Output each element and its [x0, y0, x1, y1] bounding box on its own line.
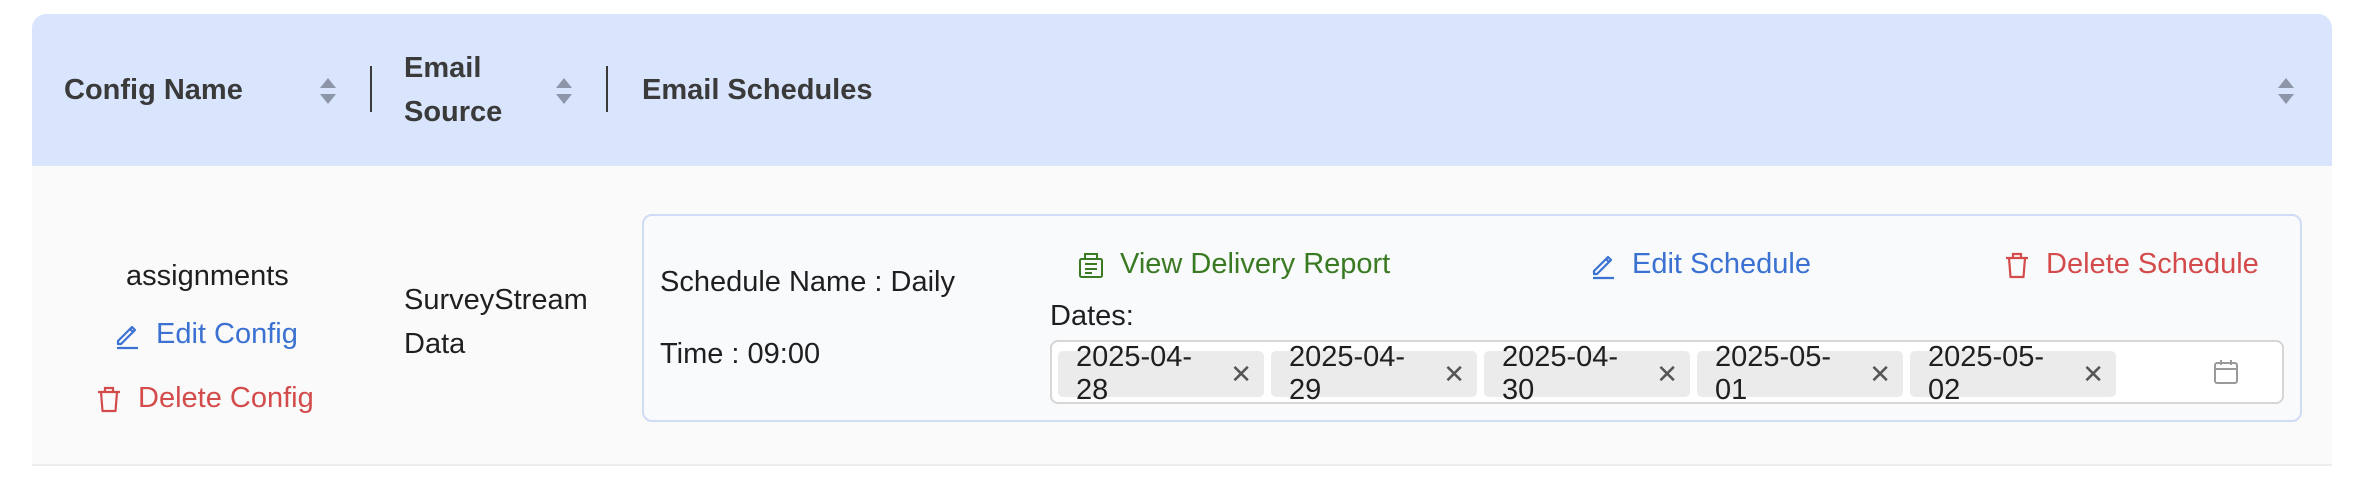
- delete-config-button[interactable]: Delete Config: [94, 382, 314, 415]
- schedule-card: Schedule Name : Daily Time : 09:00 View …: [642, 214, 2302, 422]
- table-row: assignments Edit Config Delete Config Su…: [32, 166, 2332, 466]
- close-icon[interactable]: ✕: [2082, 361, 2104, 387]
- date-tag: 2025-05-01 ✕: [1697, 341, 1903, 406]
- edit-config-button[interactable]: Edit Config: [112, 318, 298, 351]
- column-divider[interactable]: [370, 66, 372, 112]
- date-tag-label: 2025-04-28: [1076, 341, 1193, 406]
- date-tag-label: 2025-04-29: [1289, 341, 1406, 406]
- date-tag-label: 2025-04-30: [1502, 341, 1619, 406]
- edit-config-label: Edit Config: [156, 318, 298, 350]
- table-header: Config Name Email Source Email Schedules: [32, 14, 2332, 166]
- dates-label: Dates:: [1050, 300, 1134, 332]
- close-icon[interactable]: ✕: [1230, 361, 1252, 387]
- schedule-time: Time : 09:00: [660, 338, 821, 370]
- edit-icon: [1592, 255, 1614, 279]
- email-source-line: SurveyStream: [404, 284, 588, 316]
- edit-icon: [116, 325, 138, 349]
- column-header-email-schedules[interactable]: Email Schedules: [642, 14, 1042, 166]
- edit-schedule-button[interactable]: Edit Schedule: [1588, 248, 1811, 281]
- delete-config-label: Delete Config: [138, 382, 314, 414]
- date-tag: 2025-04-28 ✕: [1058, 341, 1264, 406]
- config-name: assignments: [126, 260, 289, 292]
- close-icon[interactable]: ✕: [1443, 361, 1465, 387]
- column-header-label: Email: [404, 52, 482, 84]
- column-header-label: Email Schedules: [642, 74, 873, 106]
- date-tag: 2025-05-02 ✕: [1910, 341, 2116, 406]
- column-divider[interactable]: [606, 66, 608, 112]
- date-tag-label: 2025-05-02: [1928, 341, 2045, 406]
- schedule-name: Schedule Name : Daily: [660, 266, 955, 298]
- report-icon: [1079, 252, 1103, 278]
- edit-schedule-label: Edit Schedule: [1632, 248, 1811, 280]
- close-icon[interactable]: ✕: [1869, 361, 1891, 387]
- date-tag: 2025-04-30 ✕: [1484, 341, 1690, 406]
- sort-icon[interactable]: [318, 76, 338, 106]
- sort-icon[interactable]: [2276, 76, 2296, 106]
- close-icon[interactable]: ✕: [1656, 361, 1678, 387]
- delete-schedule-button[interactable]: Delete Schedule: [2002, 248, 2259, 281]
- date-tag: 2025-04-29 ✕: [1271, 341, 1477, 406]
- trash-icon: [98, 386, 120, 412]
- email-source-line: Data: [404, 328, 466, 360]
- view-delivery-report-button[interactable]: View Delivery Report: [1076, 248, 1390, 281]
- email-config-table: Config Name Email Source Email Schedules…: [32, 14, 2332, 494]
- column-header-email-source[interactable]: Email Source: [404, 14, 524, 166]
- date-tag-label: 2025-05-01: [1715, 341, 1832, 406]
- column-header-label: Source: [404, 96, 503, 128]
- column-header-label: Config Name: [64, 74, 243, 106]
- dates-picker[interactable]: 2025-04-28 ✕ 2025-04-29 ✕ 2025-04-30 ✕ 2…: [1050, 340, 2284, 406]
- view-delivery-report-label: View Delivery Report: [1120, 248, 1391, 280]
- column-header-config-name[interactable]: Config Name: [64, 14, 314, 166]
- sort-icon[interactable]: [554, 76, 574, 106]
- delete-schedule-label: Delete Schedule: [2046, 248, 2259, 280]
- calendar-icon[interactable]: [2212, 358, 2240, 386]
- trash-icon: [2006, 252, 2028, 278]
